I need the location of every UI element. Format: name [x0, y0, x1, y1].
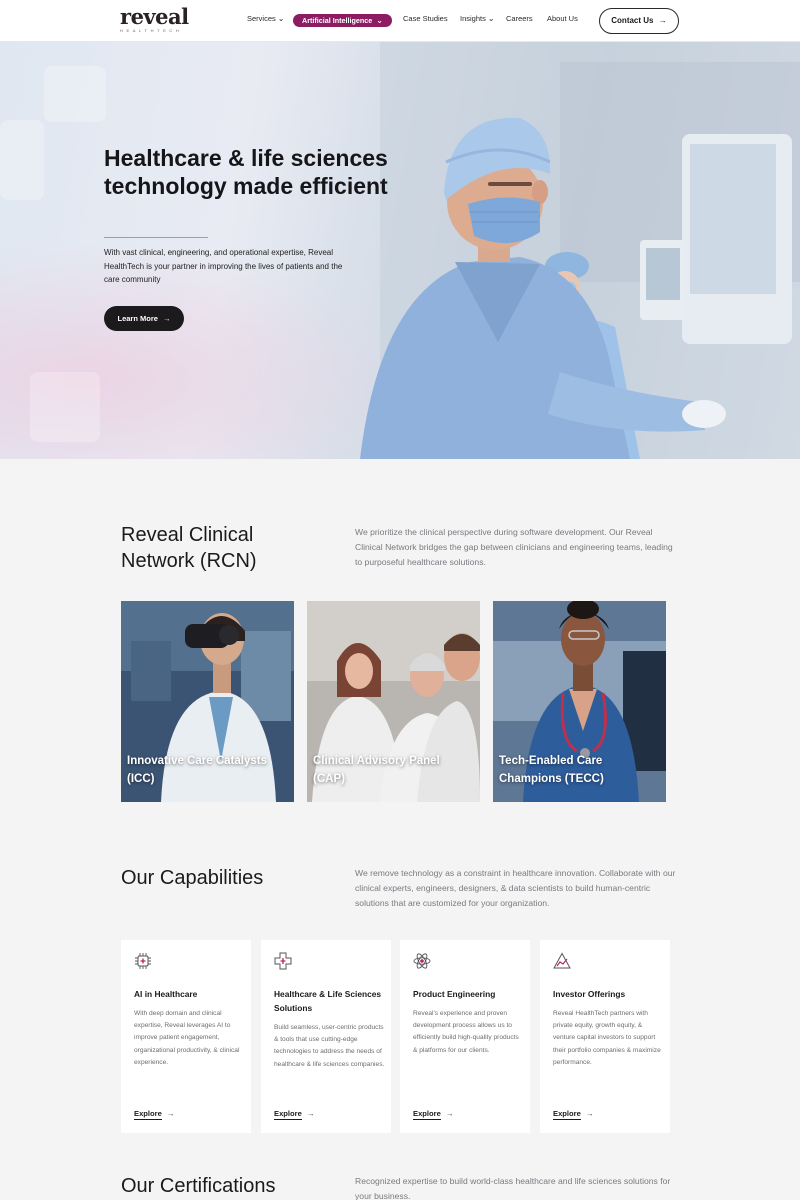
hero-section: Healthcare & life sciences technology ma… [0, 42, 800, 459]
certifications-title: Our Certifications [121, 1175, 276, 1197]
capability-engineering-description: Reveal's experience and proven developme… [413, 1010, 519, 1054]
contact-us-button[interactable]: Contact Us → [599, 8, 679, 34]
nav-case-studies[interactable]: Case Studies [403, 14, 448, 23]
nav-insights[interactable]: Insights ⌄ [460, 14, 495, 23]
nav-about-us[interactable]: About Us [547, 14, 578, 23]
capability-ai-title: AI in Healthcare [134, 989, 198, 999]
nav-insights-label: Insights [460, 14, 486, 23]
capability-solutions-explore-link[interactable]: Explore → [274, 1109, 315, 1120]
contact-us-label: Contact Us [611, 16, 654, 25]
learn-more-button[interactable]: Learn More → [104, 306, 184, 331]
arrow-right-icon: → [658, 16, 667, 25]
growth-triangle-icon [553, 952, 571, 969]
medical-cross-icon [274, 952, 292, 970]
capability-ai-description: With deep domain and clinical expertise,… [134, 1010, 240, 1066]
capability-ai-explore-link[interactable]: Explore → [134, 1109, 175, 1120]
capability-investor-explore-link[interactable]: Explore → [553, 1109, 594, 1120]
explore-label: Explore [553, 1109, 581, 1120]
arrow-right-icon: → [306, 1109, 315, 1118]
rcn-card-tecc[interactable]: Tech-Enabled Care Champions (TECC) [493, 601, 666, 802]
capability-solutions-description: Build seamless, user-centric products & … [274, 1024, 385, 1068]
capability-card-product-engineering[interactable]: Product Engineering Reveal's experience … [400, 940, 530, 1133]
nav-artificial-intelligence[interactable]: Artificial Intelligence ⌄ [293, 14, 392, 27]
capability-investor-title: Investor Offerings [553, 989, 626, 999]
rcn-card-icc[interactable]: Innovative Care Catalysts (ICC) [121, 601, 294, 802]
capabilities-description: We remove technology as a constraint in … [355, 868, 676, 908]
explore-label: Explore [413, 1109, 441, 1120]
hero-description: With vast clinical, engineering, and ope… [104, 248, 343, 284]
nav-ai-label: Artificial Intelligence [302, 16, 373, 25]
capability-card-healthcare-solutions[interactable]: Healthcare & Life Sciences Solutions Bui… [261, 940, 391, 1133]
hero-title: Healthcare & life sciences technology ma… [104, 145, 388, 199]
rcn-card-icc-label: Innovative Care Catalysts (ICC) [127, 755, 267, 785]
ai-chip-icon [135, 953, 151, 969]
nav-services-label: Services [247, 14, 276, 23]
nav-services[interactable]: Services ⌄ [247, 14, 284, 23]
capability-card-ai[interactable]: AI in Healthcare With deep domain and cl… [121, 940, 251, 1133]
logo-wordmark: reveal [120, 4, 189, 29]
rcn-card-tecc-label: Tech-Enabled Care Champions (TECC) [499, 755, 604, 785]
rcn-title: Reveal Clinical Network (RCN) [121, 524, 257, 572]
capability-engineering-explore-link[interactable]: Explore → [413, 1109, 454, 1120]
nav-careers[interactable]: Careers [506, 14, 533, 23]
capability-investor-description: Reveal HealthTech partners with private … [553, 1010, 661, 1066]
rcn-description: We prioritize the clinical perspective d… [355, 527, 673, 567]
nav-case-studies-label: Case Studies [403, 14, 448, 23]
rcn-card-cap[interactable]: Clinical Advisory Panel (CAP) [307, 601, 480, 802]
arrow-right-icon: → [445, 1109, 454, 1118]
explore-label: Explore [134, 1109, 162, 1120]
arrow-right-icon: → [166, 1109, 175, 1118]
chevron-down-icon: ⌄ [376, 16, 383, 25]
rcn-card-cap-label: Clinical Advisory Panel (CAP) [313, 755, 440, 785]
capabilities-title: Our Capabilities [121, 867, 264, 889]
capability-engineering-title: Product Engineering [413, 989, 496, 999]
hero-divider [104, 237, 208, 238]
arrow-right-icon: → [585, 1109, 594, 1118]
nav-careers-label: Careers [506, 14, 533, 23]
capability-card-investor-offerings[interactable]: Investor Offerings Reveal HealthTech par… [540, 940, 670, 1133]
atom-icon [413, 953, 431, 969]
explore-label: Explore [274, 1109, 302, 1120]
chevron-down-icon: ⌄ [487, 14, 495, 23]
chevron-down-icon: ⌄ [277, 14, 285, 23]
certifications-description: Recognized expertise to build world-clas… [355, 1176, 671, 1200]
arrow-right-icon: → [163, 314, 171, 323]
top-navigation: reveal HEALTHTECH Services ⌄ Artificial I… [0, 0, 800, 42]
reveal-logo[interactable]: reveal HEALTHTECH [120, 4, 192, 34]
learn-more-label: Learn More [117, 314, 158, 323]
capability-solutions-title: Healthcare & Life Sciences Solutions [274, 989, 382, 1013]
logo-subtext: HEALTHTECH [120, 28, 183, 33]
nav-about-label: About Us [547, 14, 578, 23]
